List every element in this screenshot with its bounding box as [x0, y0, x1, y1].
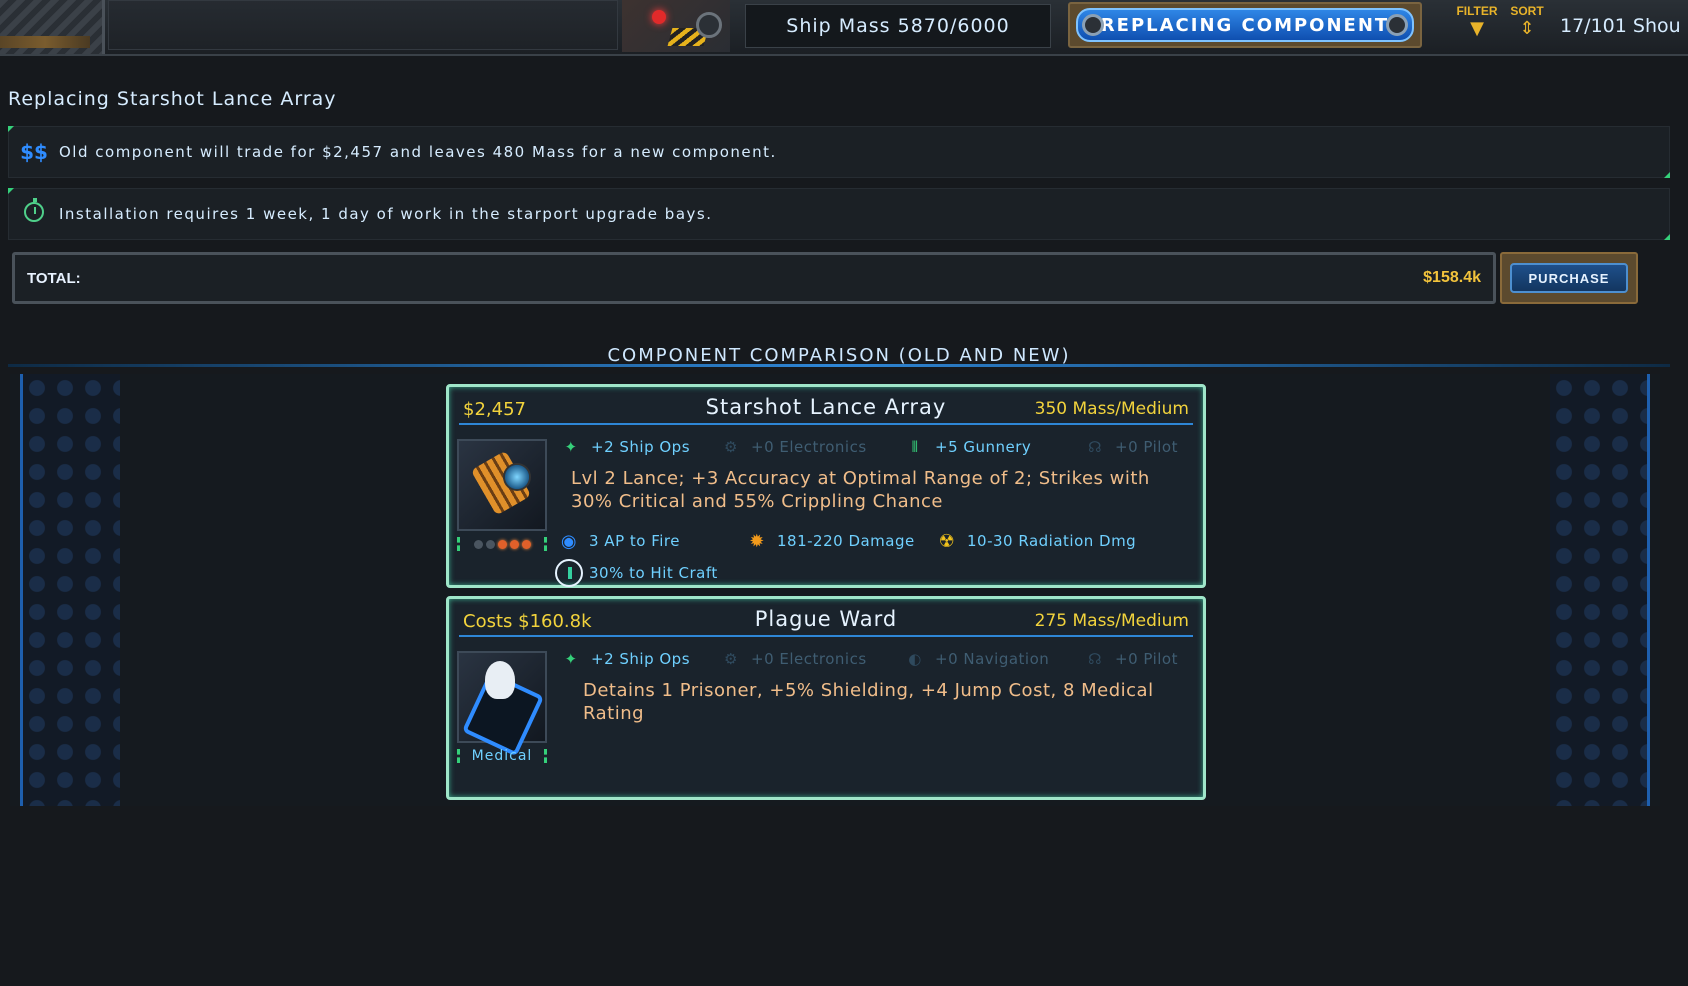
stat-text: 10-30 Radiation Dmg	[967, 532, 1137, 550]
skill-text: +2 Ship Ops	[591, 650, 691, 668]
top-bar-empty-panel	[108, 0, 618, 50]
component-price: Costs $160.8k	[463, 611, 592, 632]
purchase-button-frame: PURCHASE	[1500, 252, 1638, 304]
sort-label: SORT	[1510, 4, 1544, 18]
button-cap-icon	[1082, 14, 1104, 36]
skill-electronics: ⚙ +0 Electronics	[719, 649, 903, 669]
pilot-icon: ☊	[1088, 438, 1102, 456]
radiation-icon: ☢	[938, 530, 956, 552]
lance-weapon-icon	[457, 439, 547, 531]
filter-button[interactable]: FILTER ▼	[1454, 4, 1500, 48]
rank-dot	[521, 539, 531, 549]
stat-damage: ✹ 181-220 Damage	[743, 529, 933, 553]
comparison-header: COMPONENT COMPARISON (OLD AND NEW)	[8, 340, 1670, 370]
skill-text: +5 Gunnery	[935, 438, 1032, 456]
install-info-row: Installation requires 1 week, 1 day of w…	[8, 188, 1670, 240]
component-price: $2,457	[463, 399, 526, 420]
item-count: 17/101 Shou	[1560, 15, 1681, 37]
skill-gunnery: ⦀ +5 Gunnery	[903, 437, 1083, 457]
stopwatch-icon	[24, 197, 44, 222]
ship-ops-icon: ✦	[564, 438, 578, 456]
button-cap-icon	[1386, 14, 1408, 36]
stat-text: 30% to Hit Craft	[589, 564, 718, 582]
weapon-stats: ◉ 3 AP to Fire ✹ 181-220 Damage ☢ 10-30 …	[555, 529, 1193, 587]
total-bar: TOTAL: $158.4k	[12, 252, 1496, 304]
sort-arrows-icon: ⇕	[1519, 18, 1535, 39]
component-description: Detains 1 Prisoner, +5% Shielding, +4 Ju…	[583, 680, 1154, 724]
gunnery-icon: ⦀	[911, 438, 919, 456]
old-component-card: Starshot Lance Array $2,457 350 Mass/Med…	[446, 384, 1206, 588]
rank-dot	[485, 539, 495, 549]
skill-text: +0 Pilot	[1115, 438, 1178, 456]
stat-text: 3 AP to Fire	[589, 532, 680, 550]
ap-cost-icon: ◉	[560, 530, 578, 552]
funnel-icon: ▼	[1470, 18, 1484, 39]
ship-ops-icon: ✦	[564, 650, 578, 668]
category-label: Medical	[471, 748, 533, 764]
skill-pilot: ☊ +0 Pilot	[1083, 649, 1178, 669]
category-tag: Medical	[457, 748, 547, 764]
skill-text: +0 Electronics	[751, 438, 867, 456]
medical-device-icon	[457, 651, 547, 743]
navigation-icon: ◐	[908, 650, 922, 668]
rank-dot	[497, 539, 507, 549]
card-header: Plague Ward Costs $160.8k 275 Mass/Mediu…	[459, 607, 1193, 637]
stat-hit-chance: 30% to Hit Craft	[555, 559, 955, 587]
stat-ap: ◉ 3 AP to Fire	[555, 529, 743, 553]
hex-pattern-decoration	[20, 374, 120, 806]
component-description: Lvl 2 Lance; +3 Accuracy at Optimal Rang…	[571, 468, 1150, 512]
page-title: Replacing Starshot Lance Array	[8, 88, 337, 110]
replacing-component-label: REPLACING COMPONENT	[1100, 14, 1390, 36]
dollar-icon: $$	[20, 140, 48, 164]
skill-navigation: ◐ +0 Navigation	[903, 649, 1083, 669]
trade-info-text: Old component will trade for $2,457 and …	[59, 143, 777, 161]
new-component-card: Plague Ward Costs $160.8k 275 Mass/Mediu…	[446, 596, 1206, 800]
stat-radiation: ☢ 10-30 Radiation Dmg	[933, 529, 1173, 553]
rank-dots	[457, 537, 547, 551]
explosion-icon: ✹	[749, 530, 765, 552]
pilot-icon: ☊	[1088, 650, 1102, 668]
rank-dot	[473, 539, 483, 549]
electronics-icon: ⚙	[724, 650, 738, 668]
comparison-title: COMPONENT COMPARISON (OLD AND NEW)	[607, 344, 1071, 366]
hex-pattern-decoration	[1550, 374, 1650, 806]
rank-dot	[509, 539, 519, 549]
trade-info-row: $$ Old component will trade for $2,457 a…	[8, 126, 1670, 178]
electronics-icon: ⚙	[724, 438, 738, 456]
total-value: $158.4k	[1423, 269, 1481, 286]
purchase-button[interactable]: PURCHASE	[1510, 263, 1628, 293]
skill-ship-ops: ✦ +2 Ship Ops	[559, 437, 719, 457]
skill-text: +2 Ship Ops	[591, 438, 691, 456]
filter-label: FILTER	[1456, 4, 1498, 18]
total-label: TOTAL:	[27, 269, 81, 287]
target-icon	[555, 559, 583, 587]
card-header: Starshot Lance Array $2,457 350 Mass/Med…	[459, 395, 1193, 425]
skill-pilot: ☊ +0 Pilot	[1083, 437, 1178, 457]
skill-electronics: ⚙ +0 Electronics	[719, 437, 903, 457]
stat-text: 181-220 Damage	[777, 532, 915, 550]
sort-button[interactable]: SORT ⇕	[1504, 4, 1550, 48]
robot-portrait-icon	[622, 0, 730, 52]
component-mass: 275 Mass/Medium	[1034, 611, 1189, 631]
skill-text: +0 Pilot	[1115, 650, 1178, 668]
skill-row: ✦ +2 Ship Ops ⚙ +0 Electronics ⦀ +5 Gunn…	[559, 435, 1193, 459]
replacing-component-button[interactable]: REPLACING COMPONENT	[1076, 8, 1414, 42]
top-bar: Ship Mass 5870/6000 REPLACING COMPONENT …	[0, 0, 1688, 56]
component-mass: 350 Mass/Medium	[1034, 399, 1189, 419]
skill-text: +0 Electronics	[751, 650, 867, 668]
mode-button-frame: REPLACING COMPONENT	[1068, 2, 1422, 48]
skill-row: ✦ +2 Ship Ops ⚙ +0 Electronics ◐ +0 Navi…	[559, 647, 1193, 671]
corner-decoration	[0, 0, 105, 54]
install-info-text: Installation requires 1 week, 1 day of w…	[59, 205, 713, 223]
skill-ship-ops: ✦ +2 Ship Ops	[559, 649, 719, 669]
skill-text: +0 Navigation	[935, 650, 1050, 668]
ship-mass-readout: Ship Mass 5870/6000	[745, 4, 1051, 48]
